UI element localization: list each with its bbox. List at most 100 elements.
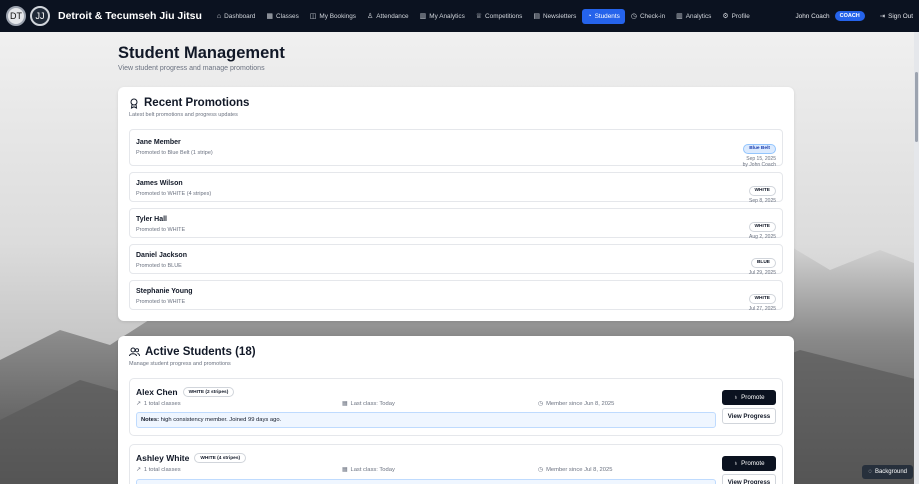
member-since: ◷ Member since Jun 8, 2025 — [538, 401, 614, 407]
clock-icon: ◷ — [630, 13, 637, 20]
active-students-card: Active Students (18) Manage student prog… — [118, 336, 794, 484]
view-progress-button[interactable]: View Progress — [722, 474, 776, 484]
member-since-text: Member since Jun 8, 2025 — [546, 401, 615, 407]
belt-badge: WHITE — [748, 185, 776, 196]
promotion-row: James Wilson Promoted to WHITE (4 stripes… — [129, 172, 783, 204]
page-title: Student Management — [118, 44, 285, 62]
promotion-row: Tyler Hall Promoted to WHITE WHITE Aug 2, 2… — [129, 208, 783, 240]
promotion-meta: Blue Belt Sep 15, 2025 by John Coach — [743, 136, 776, 168]
promotion-meta: WHITE Aug 2, 2025 — [748, 214, 776, 240]
student-name-line: Ashley White WHITE (4 stripes) — [136, 453, 247, 463]
nav-check-in[interactable]: ◷ Check-in — [626, 8, 670, 24]
promote-button[interactable]: ♁ Promote — [722, 456, 776, 471]
promotion-description: Promoted to WHITE — [136, 299, 186, 305]
nav-my-analytics[interactable]: ▥ My Analytics — [415, 8, 470, 24]
nav-label: Dashboard — [224, 12, 256, 20]
nav-label: My Analytics — [429, 12, 465, 20]
sign-out-label: Sign Out — [888, 12, 913, 20]
promotion-row: Stephanie Young Promoted to WHITE WHITE Jul… — [129, 280, 783, 312]
nav-analytics[interactable]: ▥ Analytics — [671, 8, 716, 24]
trophy-icon: ♕ — [475, 13, 483, 20]
club-logo[interactable]: JJ — [30, 6, 50, 26]
nav-my-bookings[interactable]: ◫ My Bookings — [305, 8, 361, 24]
nav-label: Profile — [731, 12, 750, 20]
promoted-by: by John Coach — [742, 162, 776, 168]
main-content: Student Management View student progress… — [118, 44, 794, 72]
role-badge: COACH — [834, 11, 865, 21]
promotion-meta: WHITE Sep 8, 2025 — [748, 178, 776, 204]
book-icon: ◫ — [309, 13, 317, 20]
student-row: Ashley White WHITE (4 stripes) ↗ 1 total cl… — [129, 444, 783, 484]
scrollbar-thumb[interactable] — [915, 72, 918, 142]
users-icon — [129, 347, 140, 357]
recent-promotions-title: Recent Promotions — [129, 97, 249, 109]
promotion-description: Promoted to WHITE — [136, 227, 186, 233]
nav-newsletters[interactable]: ▤ Newsletters — [528, 8, 581, 24]
user-check-icon: ♙ — [367, 13, 374, 20]
academy-logo[interactable]: DT — [6, 6, 26, 26]
promotion-student-name: Daniel Jackson — [136, 252, 187, 259]
page-scrollbar[interactable] — [914, 32, 919, 484]
nav-label: Analytics — [685, 12, 712, 20]
award-icon: ♁ — [733, 460, 739, 467]
recent-promotions-subtitle: Latest belt promotions and progress upda… — [129, 112, 238, 118]
nav-attendance[interactable]: ♙ Attendance — [362, 8, 414, 24]
bar-chart-icon: ▥ — [419, 13, 427, 20]
nav-label: Check-in — [639, 12, 666, 20]
top-navbar: DT JJ Detroit & Tecumseh Jiu Jitsu ⌂ Dash… — [0, 0, 919, 32]
promotion-student-name: Stephanie Young — [136, 288, 193, 295]
recent-promotions-heading: Recent Promotions — [144, 97, 250, 109]
image-icon: ◌ — [868, 469, 872, 475]
active-students-title: Active Students (18) — [129, 346, 256, 358]
nav-label: Competitions — [485, 12, 523, 20]
promotion-description: Promoted to BLUE — [136, 263, 182, 269]
promotion-row: Jane Member Promoted to Blue Belt (1 stri… — [129, 129, 783, 168]
last-class: ▦ Last class: Today — [342, 467, 395, 473]
promotion-student-name: James Wilson — [136, 180, 183, 187]
last-class: ▦ Last class: Today — [342, 401, 395, 407]
promotion-description: Promoted to WHITE (4 stripes) — [136, 191, 212, 197]
nav-classes[interactable]: ▦ Classes — [261, 8, 303, 24]
nav-students[interactable]: ◔ Students — [582, 8, 625, 24]
nav-profile[interactable]: ⚙ Profile — [717, 8, 754, 24]
nav-label: Students — [594, 12, 620, 20]
belt-badge: WHITE — [748, 293, 776, 304]
home-icon: ⌂ — [216, 12, 222, 20]
calendar-icon: ▦ — [342, 467, 348, 473]
nav-competitions[interactable]: ♕ Competitions — [471, 8, 528, 24]
sign-out-button[interactable]: ⇥ Sign Out — [880, 12, 913, 21]
brand-name[interactable]: Detroit & Tecumseh Jiu Jitsu — [58, 10, 202, 22]
notes-label: Notes: — [141, 417, 160, 423]
trending-up-icon: ↗ — [136, 467, 141, 473]
logo-text: JJ — [35, 11, 45, 21]
belt-badge: WHITE (2 stripes) — [182, 387, 235, 397]
main-nav: ⌂ Dashboard ▦ Classes ◫ My Bookings ♙ Attendanc… — [212, 8, 755, 24]
background-toggle-button[interactable]: ◌ Background — [862, 465, 913, 479]
promotion-description: Promoted to Blue Belt (1 stripe) — [136, 150, 213, 156]
award-icon: ♁ — [733, 394, 739, 401]
student-name: Ashley White — [136, 453, 190, 463]
belt-badge: WHITE (4 stripes) — [194, 453, 247, 463]
promote-button[interactable]: ♁ Promote — [722, 390, 776, 405]
calendar-icon: ▦ — [342, 401, 348, 407]
total-classes-text: 1 total classes — [143, 467, 181, 473]
last-class-text: Last class: Today — [350, 401, 395, 407]
nav-label: Newsletters — [542, 12, 577, 20]
promotion-student-name: Jane Member — [136, 139, 181, 146]
belt-badge: BLUE — [750, 257, 776, 268]
total-classes: ↗ 1 total classes — [136, 467, 181, 473]
student-row: Alex Chen WHITE (2 stripes) ↗ 1 total class… — [129, 378, 783, 436]
belt-badge: Blue Belt — [743, 143, 776, 154]
nav-dashboard[interactable]: ⌂ Dashboard — [212, 9, 261, 24]
logo-text: DT — [10, 11, 22, 21]
promotion-student-name: Tyler Hall — [136, 216, 167, 223]
clock-icon: ◷ — [538, 401, 544, 407]
nav-label: Classes — [276, 12, 299, 20]
view-progress-button[interactable]: View Progress — [722, 408, 776, 424]
bar-chart-icon: ▥ — [676, 13, 683, 20]
user-name: John Coach — [795, 12, 830, 20]
gear-icon: ⚙ — [722, 13, 729, 20]
promotion-row: Daniel Jackson Promoted to BLUE BLUE Jul 29… — [129, 244, 783, 276]
calendar-icon: ▦ — [266, 13, 274, 20]
promotion-meta: BLUE Jul 29, 2025 — [749, 250, 776, 276]
